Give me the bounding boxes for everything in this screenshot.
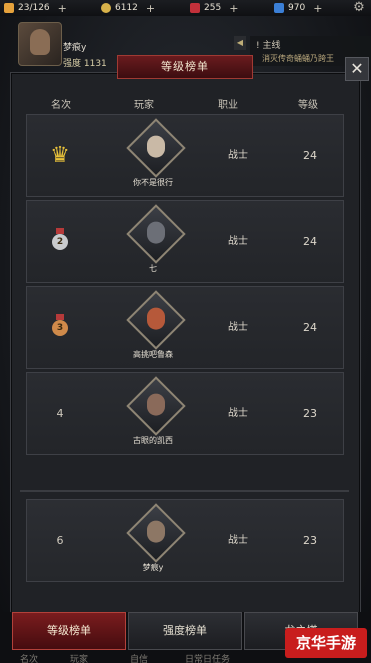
gem-icon bbox=[190, 3, 200, 13]
settings-gear-icon[interactable]: ⚙ bbox=[351, 0, 367, 16]
player-job: 战士 bbox=[228, 535, 248, 546]
gold-resource: 6112 + bbox=[101, 0, 155, 16]
player-job: 战士 bbox=[228, 150, 248, 161]
player-name: 七 bbox=[149, 264, 157, 273]
tab-level-ranking[interactable]: 等级榜单 bbox=[12, 612, 126, 650]
add-gold-icon[interactable]: + bbox=[146, 2, 155, 15]
stamina-resource: 23/126 + bbox=[4, 0, 67, 16]
leaderboard-row[interactable]: ♛ 你不是很行 战士 24 bbox=[26, 114, 344, 197]
player-level: 24 bbox=[303, 235, 317, 248]
tab-sub-label: 玩家 bbox=[70, 655, 89, 663]
tab-sub-label: 自信 bbox=[130, 655, 149, 663]
lightning-icon bbox=[4, 3, 14, 13]
player-avatar[interactable] bbox=[126, 204, 186, 264]
tab-strength-ranking[interactable]: 强度榜单 bbox=[128, 612, 242, 650]
player-avatar[interactable] bbox=[126, 290, 186, 350]
tab-sub-label: 日常日任务 bbox=[185, 655, 231, 663]
column-player: 玩家 bbox=[134, 100, 154, 111]
column-level: 等级 bbox=[298, 100, 318, 111]
self-rank-row[interactable]: 6 梦痕y 战士 23 bbox=[26, 499, 344, 582]
player-avatar[interactable] bbox=[126, 376, 186, 436]
add-gem-icon[interactable]: + bbox=[229, 2, 238, 15]
silver-medal-icon: 2 bbox=[52, 227, 68, 250]
player-name: 高挑吧鲁森 bbox=[133, 350, 173, 359]
player-portrait[interactable] bbox=[18, 22, 62, 66]
crystal-resource: 970 + bbox=[274, 0, 322, 16]
gold-crown-icon: ♛ bbox=[50, 143, 70, 168]
player-name: 你不是很行 bbox=[133, 178, 173, 187]
leaderboard-screen: 23/126 + 6112 + 255 + 970 + ⚙ 梦痕y 强度 113… bbox=[0, 0, 371, 663]
quest-desc: 消灭传奇蛹蛹乃跨王 bbox=[262, 54, 334, 63]
column-rank: 名次 bbox=[51, 100, 71, 111]
leaderboard-row[interactable]: 3 高挑吧鲁森 战士 24 bbox=[26, 286, 344, 369]
player-avatar[interactable] bbox=[126, 503, 186, 563]
leaderboard-row[interactable]: 4 古眼的凯西 战士 23 bbox=[26, 372, 344, 455]
quest-title: ! 主线 bbox=[256, 41, 281, 51]
crystal-icon bbox=[274, 3, 284, 13]
player-level: 23 bbox=[303, 407, 317, 420]
rank-number: 6 bbox=[56, 534, 64, 547]
stamina-value: 23/126 bbox=[18, 3, 50, 13]
player-name: 古眼的凯西 bbox=[133, 436, 173, 445]
player-strength: 强度 1131 bbox=[63, 59, 107, 69]
player-name: 梦痕y bbox=[63, 43, 87, 53]
player-avatar[interactable] bbox=[126, 118, 186, 178]
player-level: 24 bbox=[303, 321, 317, 334]
add-crystal-icon[interactable]: + bbox=[313, 2, 322, 15]
divider bbox=[20, 490, 349, 492]
close-button[interactable]: ✕ bbox=[345, 57, 369, 81]
rank-number: 4 bbox=[56, 407, 64, 420]
panel-title: 等级榜单 bbox=[117, 55, 253, 79]
column-job: 职业 bbox=[218, 100, 238, 111]
player-job: 战士 bbox=[228, 408, 248, 419]
player-level: 23 bbox=[303, 534, 317, 547]
gem-value: 255 bbox=[204, 3, 222, 13]
player-name: 梦痕y bbox=[142, 563, 164, 572]
site-watermark: 京华手游 bbox=[285, 628, 367, 658]
coin-icon bbox=[101, 3, 111, 13]
leaderboard-row[interactable]: 2 七 战士 24 bbox=[26, 200, 344, 283]
player-job: 战士 bbox=[228, 236, 248, 247]
crystal-value: 970 bbox=[288, 3, 306, 13]
resource-bar: 23/126 + 6112 + 255 + 970 + ⚙ bbox=[0, 0, 371, 16]
rank-cell: 2 bbox=[27, 201, 93, 282]
gold-value: 6112 bbox=[115, 3, 138, 13]
player-level: 24 bbox=[303, 149, 317, 162]
player-job: 战士 bbox=[228, 322, 248, 333]
gem-resource: 255 + bbox=[190, 0, 238, 16]
quest-collapse-icon[interactable]: ◀ bbox=[234, 36, 246, 50]
bronze-medal-icon: 3 bbox=[52, 313, 68, 336]
tab-sub-label: 名次 bbox=[20, 655, 39, 663]
rank-cell: ♛ bbox=[27, 115, 93, 196]
rank-cell: 3 bbox=[27, 287, 93, 368]
add-stamina-icon[interactable]: + bbox=[58, 2, 67, 15]
